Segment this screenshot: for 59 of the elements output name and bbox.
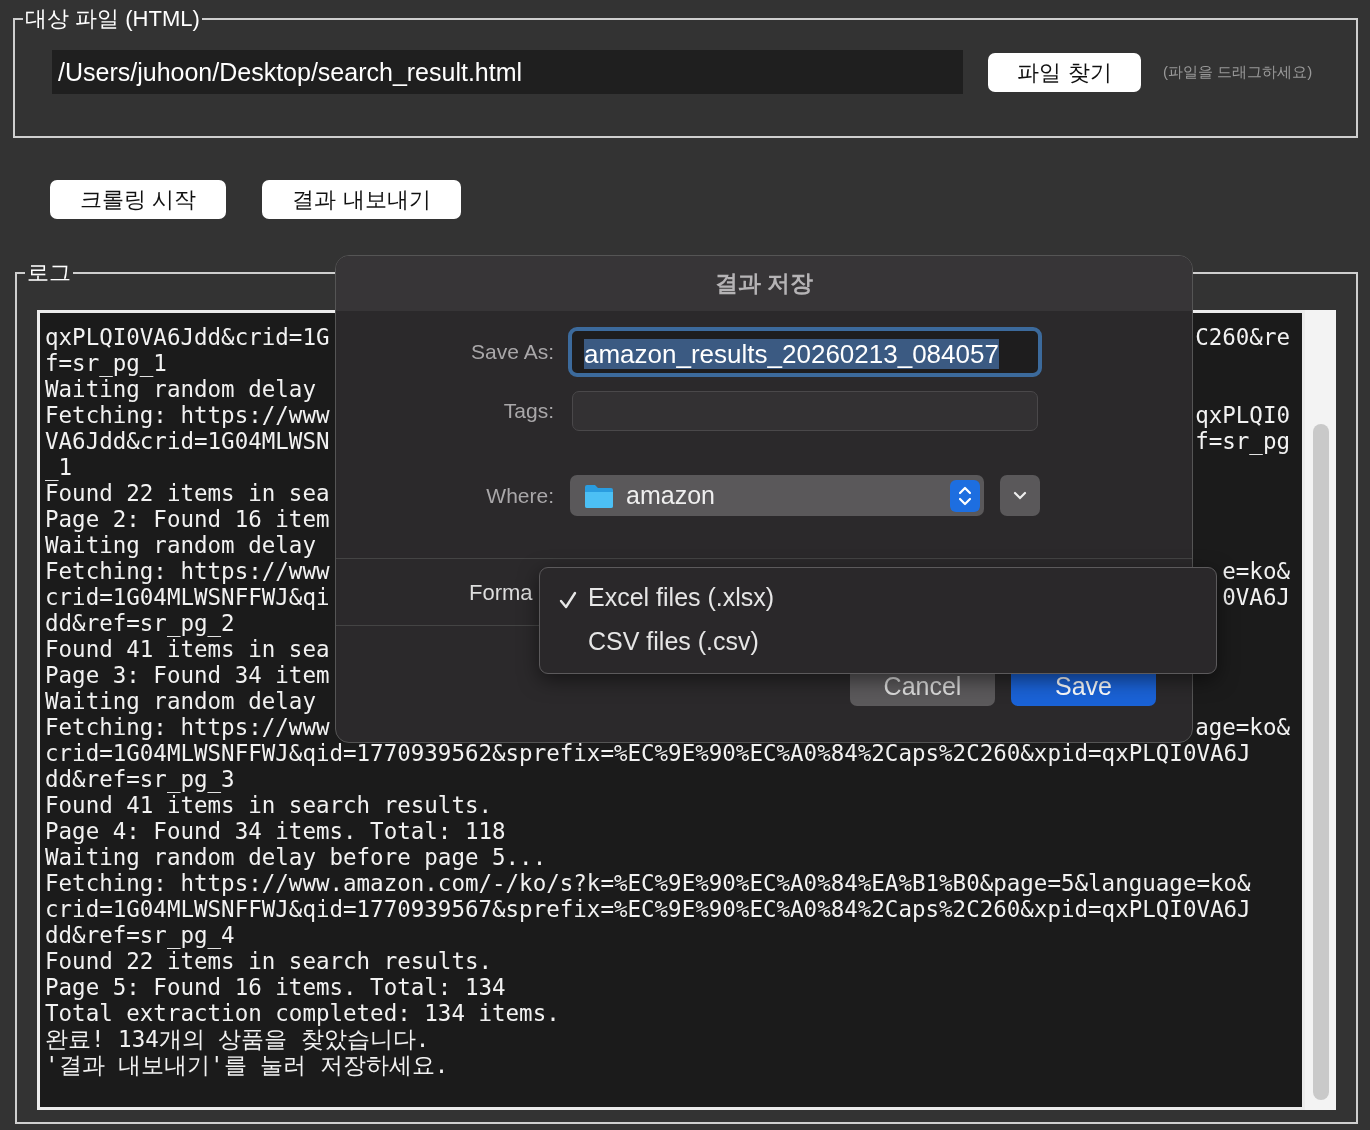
log-line: Found 41 items in search results. bbox=[45, 792, 493, 818]
log-line: Fetching: https://www bbox=[45, 714, 330, 740]
menu-item[interactable]: CSV files (.csv) bbox=[588, 623, 759, 661]
log-line: Page 3: Found 34 item bbox=[45, 662, 330, 688]
start-crawl-button[interactable]: 크롤링 시작 bbox=[50, 180, 226, 219]
log-line: Page 5: Found 16 items. Total: 134 bbox=[45, 974, 506, 1000]
log-line: 0VA6J bbox=[1222, 584, 1290, 610]
log-line: crid=1G04MLWSNFFWJ&qid=1770939567&sprefix=%EC%9E%90%EC%A0%84%2Caps%2C260&xpid=qxPLQI0VA6J bbox=[45, 896, 1251, 922]
log-line: 완료! 134개의 상품을 찾았습니다. bbox=[45, 1026, 430, 1052]
log-line: dd&ref=sr_pg_3 bbox=[45, 766, 235, 792]
log-line: e=ko& bbox=[1222, 558, 1290, 584]
log-line: '결과 내보내기'를 눌러 저장하세요. bbox=[45, 1052, 449, 1078]
log-line: Fetching: https://www bbox=[45, 402, 330, 428]
location-value: amazon bbox=[626, 479, 716, 511]
group-legend: 로그 bbox=[25, 262, 73, 284]
filename-field[interactable]: amazon_results_20260213_084057 bbox=[568, 327, 1042, 377]
log-line: f=sr_pg_1 bbox=[45, 350, 167, 376]
dialog-title: 결과 저장 bbox=[714, 269, 814, 299]
field-label: Save As: bbox=[470, 339, 555, 366]
log-line: qxPLQI0VA6Jdd&crid=1G bbox=[45, 324, 330, 350]
log-line: VA6Jdd&crid=1G04MLWSN bbox=[45, 428, 330, 454]
expand-button[interactable] bbox=[1000, 475, 1040, 516]
log-line: _1 bbox=[45, 454, 73, 480]
log-line: C260&re bbox=[1195, 324, 1290, 350]
browse-button[interactable]: 파일 찾기 bbox=[988, 52, 1141, 92]
tags-field[interactable] bbox=[572, 391, 1038, 431]
scrollbar-track[interactable] bbox=[1305, 310, 1336, 1110]
folder-icon bbox=[584, 482, 614, 509]
log-line: dd&ref=sr_pg_4 bbox=[45, 922, 235, 948]
log-line: qxPLQI0 bbox=[1195, 402, 1290, 428]
log-line: Waiting random delay bbox=[45, 532, 316, 558]
log-line: Waiting random delay before page 5... bbox=[45, 844, 547, 870]
log-line: Waiting random delay bbox=[45, 376, 316, 402]
chevron-down-icon bbox=[1013, 491, 1027, 500]
field-label: Forma bbox=[469, 578, 533, 607]
log-line: Waiting random delay bbox=[45, 688, 316, 714]
field-label: Where: bbox=[485, 482, 555, 509]
log-line: Found 41 items in sea bbox=[45, 636, 330, 662]
log-line: Found 22 items in search results. bbox=[45, 948, 493, 974]
log-line: crid=1G04MLWSNFFWJ&qid=1770939562&sprefix=%EC%9E%90%EC%A0%84%2Caps%2C260&xpid=qxPLQI0VA6J bbox=[45, 740, 1251, 766]
log-line: Page 2: Found 16 item bbox=[45, 506, 330, 532]
field-label: Tags: bbox=[502, 398, 555, 425]
log-line: Found 22 items in sea bbox=[45, 480, 330, 506]
group-legend: 대상 파일 (HTML) bbox=[23, 8, 202, 30]
export-button[interactable]: 결과 내보내기 bbox=[262, 180, 461, 219]
log-line: f=sr_pg bbox=[1195, 428, 1290, 454]
location-dropdown[interactable]: amazon bbox=[570, 475, 984, 516]
log-line: Fetching: https://www.amazon.com/-/ko/s?k=%EC%9E%90%EC%A0%84%EA%B1%B0&page=5&language=ko& bbox=[45, 870, 1251, 896]
log-line: crid=1G04MLWSNFFWJ&qi bbox=[45, 584, 330, 610]
log-line: Page 4: Found 34 items. Total: 118 bbox=[45, 818, 506, 844]
log-line: Fetching: https://www bbox=[45, 558, 330, 584]
log-line: dd&ref=sr_pg_2 bbox=[45, 610, 235, 636]
menu-item[interactable]: Excel files (.xlsx) bbox=[588, 579, 775, 617]
drag-hint: (파일을 드래그하세요) bbox=[1163, 61, 1313, 82]
log-line: Total extraction completed: 134 items. bbox=[45, 1000, 560, 1026]
stepper-icon bbox=[950, 479, 980, 512]
log-line: age=ko& bbox=[1195, 714, 1290, 740]
scrollbar-thumb[interactable] bbox=[1313, 424, 1329, 1100]
path-field[interactable]: /Users/juhoon/Desktop/search_result.html bbox=[52, 50, 963, 94]
